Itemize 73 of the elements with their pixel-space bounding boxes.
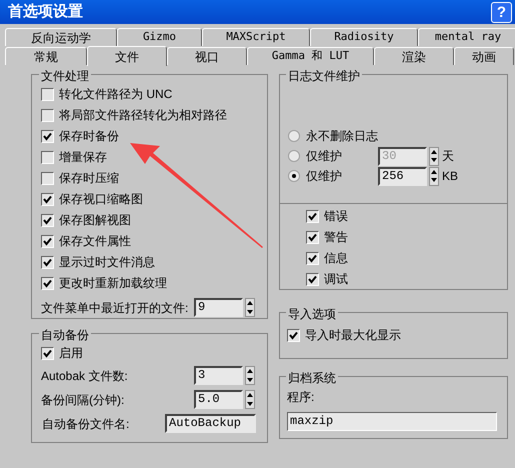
- checkbox-label: 警告: [324, 229, 348, 246]
- group-title: 导入选项: [286, 305, 338, 323]
- checkbox[interactable]: [41, 346, 54, 360]
- group-title: 归档系统: [286, 369, 338, 387]
- unit-label: 天: [442, 148, 454, 165]
- field-label: Autobak 文件数:: [41, 368, 129, 384]
- field-label: 文件菜单中最近打开的文件:: [41, 300, 190, 316]
- spinner-arrows-icon[interactable]: [429, 166, 439, 186]
- tab[interactable]: MAXScript: [202, 28, 310, 46]
- radio-button[interactable]: [288, 130, 300, 142]
- checkbox-label: 将局部文件路径转化为相对路径: [59, 107, 227, 124]
- checkbox[interactable]: [41, 234, 54, 248]
- checkbox-label: 转化文件路径为 UNC: [59, 86, 172, 103]
- help-button[interactable]: ?: [491, 2, 512, 22]
- checkbox[interactable]: [41, 214, 54, 226]
- spinner-field[interactable]: 3: [194, 366, 243, 385]
- radio-label: 仅维护: [306, 168, 343, 185]
- radio-label: 仅维护: [306, 148, 343, 165]
- checkbox-label: 信息: [324, 250, 348, 267]
- checkbox-label: 保存时压缩: [59, 170, 119, 187]
- checkbox-label: 保存视口缩略图: [59, 191, 143, 208]
- checkbox-label: 更改时重新加载纹理: [59, 275, 167, 292]
- checkbox[interactable]: [41, 130, 54, 142]
- checkbox-label: 保存时备份: [59, 128, 119, 145]
- tab[interactable]: 常规: [5, 47, 87, 65]
- checkbox[interactable]: [41, 192, 54, 206]
- tab[interactable]: 文件: [87, 46, 167, 66]
- checkbox-label: 调试: [324, 271, 348, 288]
- tab[interactable]: 渲染: [374, 47, 454, 65]
- checkbox-label: 导入时最大化显示: [305, 327, 401, 344]
- checkbox-label: 保存图解视图: [59, 212, 131, 229]
- group-title: 自动备份: [39, 326, 91, 344]
- checkbox[interactable]: [306, 272, 319, 286]
- radio-button[interactable]: [288, 170, 300, 182]
- spinner-field[interactable]: 5.0: [194, 390, 243, 409]
- tab[interactable]: 反向运动学: [5, 28, 117, 46]
- field-label: 备份间隔(分钟):: [41, 392, 126, 408]
- checkbox[interactable]: [41, 172, 54, 184]
- spinner-arrows-icon[interactable]: [245, 366, 255, 385]
- field-label: 程序:: [287, 389, 316, 406]
- checkbox[interactable]: [287, 328, 300, 342]
- unit-label: KB: [442, 168, 458, 185]
- checkbox[interactable]: [306, 210, 319, 222]
- tab[interactable]: mental ray: [418, 28, 515, 46]
- checkbox[interactable]: [41, 150, 54, 164]
- checkbox[interactable]: [41, 276, 54, 290]
- radio-label: 永不删除日志: [306, 128, 378, 145]
- checkbox-label: 保存文件属性: [59, 233, 131, 250]
- checkbox-label: 启用: [59, 345, 83, 362]
- checkbox[interactable]: [41, 256, 54, 268]
- tab[interactable]: 视口: [167, 47, 247, 65]
- checkbox[interactable]: [306, 252, 319, 264]
- text-field[interactable]: AutoBackup: [165, 414, 256, 433]
- tab[interactable]: Gizmo: [117, 28, 202, 46]
- window-title: 首选项设置: [8, 2, 83, 22]
- checkbox-label: 显示过时文件消息: [59, 254, 155, 271]
- spinner-field[interactable]: 9: [194, 298, 243, 317]
- program-field[interactable]: maxzip: [287, 412, 497, 431]
- spinner-arrows-icon[interactable]: [429, 146, 439, 166]
- group-title: 日志文件维护: [286, 67, 362, 85]
- group-title: 文件处理: [39, 67, 91, 85]
- tab[interactable]: 动画: [454, 47, 514, 65]
- checkbox[interactable]: [306, 230, 319, 244]
- checkbox-label: 增量保存: [59, 149, 107, 166]
- checkbox[interactable]: [41, 108, 54, 122]
- spinner-field[interactable]: 256: [378, 166, 427, 186]
- field-label: 自动备份文件名:: [41, 416, 130, 432]
- checkbox-label: 错误: [324, 208, 348, 225]
- spinner-arrows-icon[interactable]: [245, 298, 255, 317]
- tab[interactable]: Radiosity: [310, 28, 418, 46]
- spinner-arrows-icon[interactable]: [245, 390, 255, 409]
- checkbox[interactable]: [41, 88, 54, 100]
- tab[interactable]: Gamma 和 LUT: [247, 47, 374, 65]
